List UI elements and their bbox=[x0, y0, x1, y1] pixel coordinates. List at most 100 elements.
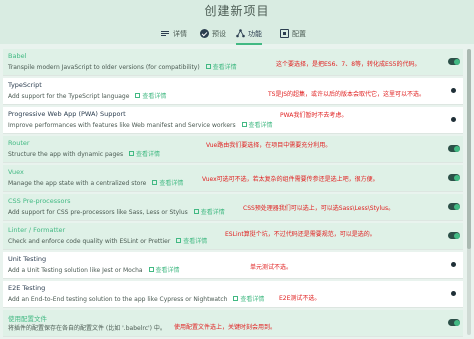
more-info-label: 查看详情 bbox=[136, 151, 161, 158]
feature-name: Progressive Web App (PWA) Support bbox=[8, 110, 126, 118]
external-link-icon bbox=[152, 180, 158, 185]
feature-desc-text: Add an End-to-End testing solution to th… bbox=[8, 296, 228, 303]
feature-description: Structure the app with dynamic pages 查看详… bbox=[8, 149, 160, 158]
more-info-label: 查看详情 bbox=[183, 238, 208, 245]
more-info-link[interactable]: 查看详情 bbox=[233, 296, 264, 303]
annotation-note: E2E测试不选。 bbox=[279, 295, 321, 302]
feature-name: CSS Pre-processors bbox=[8, 197, 71, 205]
feature-item-babel[interactable]: Babel Transpile modern JavaScript to old… bbox=[3, 49, 463, 76]
more-info-link[interactable]: 查看详情 bbox=[152, 180, 183, 187]
tab-label: 详情 bbox=[173, 29, 187, 38]
feature-description: Add an End-to-End testing solution to th… bbox=[8, 294, 264, 303]
tab-label: 配置 bbox=[292, 29, 306, 38]
scrollbar[interactable] bbox=[467, 49, 471, 335]
feature-name: TypeScript bbox=[8, 81, 42, 89]
tab-features[interactable]: 功能 bbox=[236, 24, 262, 45]
more-info-link[interactable]: 查看详情 bbox=[148, 267, 180, 274]
feature-list: Babel Transpile modern JavaScript to old… bbox=[3, 49, 463, 339]
feature-name: Babel bbox=[8, 52, 27, 60]
more-info-link[interactable]: 查看详情 bbox=[205, 64, 237, 71]
feature-toggle[interactable] bbox=[448, 319, 460, 326]
tab-label: 功能 bbox=[248, 29, 262, 38]
external-link-icon bbox=[241, 122, 247, 127]
feature-toggle[interactable] bbox=[448, 174, 460, 181]
external-link-icon bbox=[193, 209, 199, 214]
feature-item-e2e-testing[interactable]: E2E Testing Add an End-to-End testing so… bbox=[3, 281, 463, 308]
tab-label: 预设 bbox=[212, 29, 226, 38]
more-info-label: 查看详情 bbox=[212, 64, 237, 71]
features-icon bbox=[236, 29, 245, 38]
more-info-label: 查看详情 bbox=[240, 296, 265, 303]
tab-config[interactable]: 配置 bbox=[280, 24, 306, 43]
feature-desc-text: Check and enforce code quality with ESLi… bbox=[8, 238, 171, 245]
feature-toggle[interactable] bbox=[448, 116, 460, 123]
tab-details[interactable]: 详情 bbox=[161, 24, 187, 43]
feature-toggle[interactable] bbox=[448, 203, 460, 210]
annotation-note: 单元测试不选。 bbox=[250, 264, 293, 271]
annotation-note: 使用配置文件选上，关键时刻会用到。 bbox=[174, 324, 277, 331]
feature-toggle[interactable] bbox=[448, 87, 460, 94]
feature-desc-text: Manage the app state with a centralized … bbox=[8, 180, 147, 187]
feature-desc-text: Add a Unit Testing solution like Jest or… bbox=[8, 267, 143, 274]
feature-toggle[interactable] bbox=[448, 145, 460, 152]
annotation-note: Vue路由我们要选择，在项目中需要充分利用。 bbox=[206, 142, 332, 149]
external-link-icon bbox=[148, 267, 154, 272]
feature-item-vuex[interactable]: Vuex Manage the app state with a central… bbox=[3, 165, 463, 192]
more-info-label: 查看详情 bbox=[248, 122, 273, 129]
feature-toggle[interactable] bbox=[448, 58, 460, 65]
feature-name: Unit Testing bbox=[8, 255, 47, 263]
feature-item-router[interactable]: Router Structure the app with dynamic pa… bbox=[3, 136, 463, 163]
external-link-icon bbox=[135, 93, 141, 98]
feature-toggle[interactable] bbox=[448, 261, 460, 268]
header: 创建新项目 详情 预设 功能 配置 bbox=[0, 0, 474, 45]
feature-item-config-files[interactable]: 使用配置文件 将插件的配置保存在各自的配置文件 (比如 '.babelrc') … bbox=[3, 310, 463, 337]
config-icon bbox=[280, 29, 289, 38]
external-link-icon bbox=[176, 238, 182, 243]
more-info-label: 查看详情 bbox=[155, 267, 180, 274]
feature-toggle[interactable] bbox=[448, 232, 460, 239]
feature-description: Manage the app state with a centralized … bbox=[8, 178, 183, 187]
feature-description: Improve performances with features like … bbox=[8, 120, 273, 129]
annotation-note: 这个要选择，是把ES6、7、8等，转化成ES5的代码。 bbox=[276, 61, 421, 68]
feature-name: E2E Testing bbox=[8, 284, 46, 292]
feature-description: Add support for CSS pre-processors like … bbox=[8, 207, 225, 216]
external-link-icon bbox=[205, 64, 211, 69]
feature-desc-text: Structure the app with dynamic pages bbox=[8, 151, 124, 158]
more-info-link[interactable]: 查看详情 bbox=[176, 238, 207, 245]
more-info-link[interactable]: 查看详情 bbox=[241, 122, 273, 129]
annotation-note: TS是JS的超集，或许以后的版本会取代它，这里可以不选。 bbox=[268, 91, 426, 98]
feature-desc-text: Add support for CSS pre-processors like … bbox=[8, 209, 188, 216]
tab-presets[interactable]: 预设 bbox=[200, 24, 226, 43]
external-link-icon bbox=[233, 296, 239, 301]
tab-bar: 详情 预设 功能 配置 bbox=[0, 24, 474, 45]
page-title: 创建新项目 bbox=[204, 4, 270, 18]
feature-item-css-preprocessors[interactable]: CSS Pre-processors Add support for CSS p… bbox=[3, 194, 463, 221]
annotation-note: Vuex可选可不选，若太复杂的组件需要传参还是选上吧，很方便。 bbox=[202, 176, 379, 183]
feature-description: Add a Unit Testing solution like Jest or… bbox=[8, 265, 180, 274]
feature-name: Router bbox=[8, 139, 30, 147]
annotation-note: CSS预处理器我们可以选上，可以选Sass\Less\Stylus。 bbox=[243, 205, 395, 212]
feature-desc-text: Improve performances with features like … bbox=[8, 122, 236, 129]
more-info-label: 查看详情 bbox=[142, 93, 167, 100]
more-info-link[interactable]: 查看详情 bbox=[129, 151, 160, 158]
feature-item-linter[interactable]: Linter / Formatter Check and enforce cod… bbox=[3, 223, 463, 250]
details-icon bbox=[161, 29, 170, 38]
feature-description: Transpile modern JavaScript to older ver… bbox=[8, 62, 237, 71]
feature-desc-text: Transpile modern JavaScript to older ver… bbox=[8, 64, 200, 71]
more-info-link[interactable]: 查看详情 bbox=[135, 93, 166, 100]
feature-item-typescript[interactable]: TypeScript Add support for the TypeScrip… bbox=[3, 78, 463, 105]
more-info-label: 查看详情 bbox=[159, 180, 184, 187]
external-link-icon bbox=[129, 151, 134, 156]
check-circle-icon bbox=[200, 29, 209, 38]
feature-toggle[interactable] bbox=[448, 290, 460, 297]
feature-description: Add support for the TypeScript language … bbox=[8, 91, 166, 100]
feature-item-pwa[interactable]: Progressive Web App (PWA) Support Improv… bbox=[3, 107, 463, 134]
feature-desc-text: 将插件的配置保存在各自的配置文件 (比如 '.babelrc') 中。 bbox=[8, 325, 166, 332]
more-info-link[interactable]: 查看详情 bbox=[193, 209, 225, 216]
feature-item-unit-testing[interactable]: Unit Testing Add a Unit Testing solution… bbox=[3, 252, 463, 279]
feature-description: Check and enforce code quality with ESLi… bbox=[8, 236, 207, 245]
annotation-note: ESLint算挺个坑，不过代码还是需要规范，可以是选的。 bbox=[225, 231, 376, 238]
feature-desc-text: Add support for the TypeScript language bbox=[8, 93, 130, 100]
scrollbar-thumb[interactable] bbox=[467, 49, 471, 249]
feature-name: Linter / Formatter bbox=[8, 226, 66, 234]
